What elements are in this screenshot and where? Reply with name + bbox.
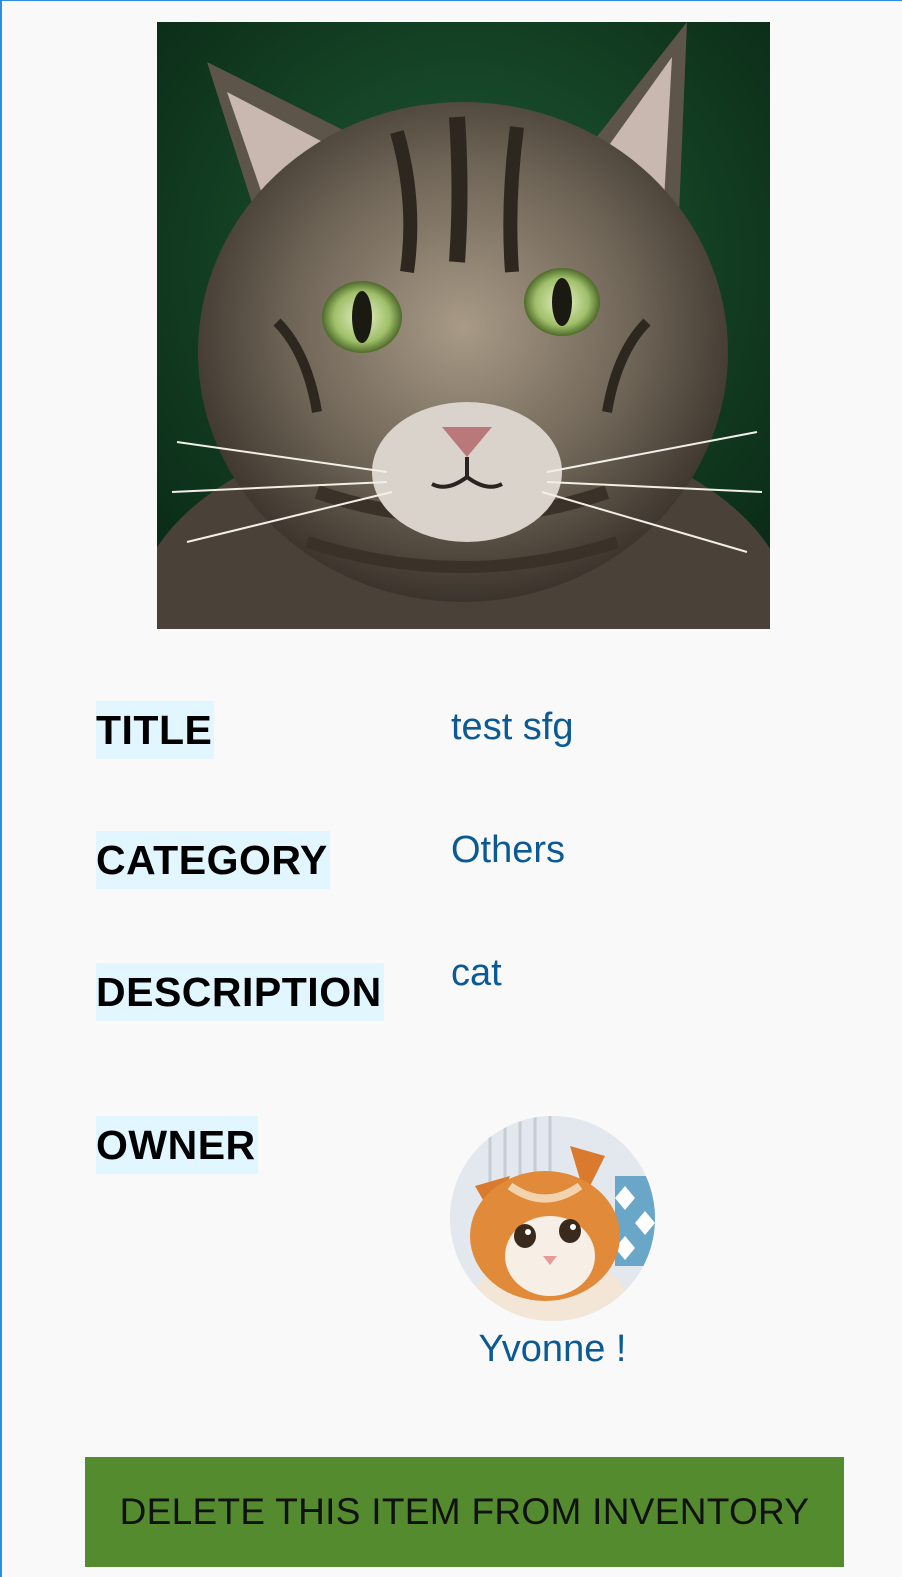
category-value: Others [451, 829, 566, 871]
delete-item-button[interactable]: DELETE THIS ITEM FROM INVENTORY [85, 1457, 844, 1567]
title-label: TITLE [96, 701, 215, 759]
category-label: CATEGORY [96, 831, 330, 889]
owner-avatar[interactable] [450, 1116, 655, 1321]
owner-name[interactable]: Yvonne ! [450, 1327, 655, 1371]
owner-label: OWNER [96, 1116, 258, 1174]
cat-photo-illustration [157, 22, 770, 629]
item-photo [157, 22, 770, 629]
title-value: test sfg [451, 706, 574, 748]
description-label: DESCRIPTION [96, 963, 384, 1021]
description-value: cat [451, 952, 502, 994]
owner-avatar-image [450, 1116, 655, 1321]
